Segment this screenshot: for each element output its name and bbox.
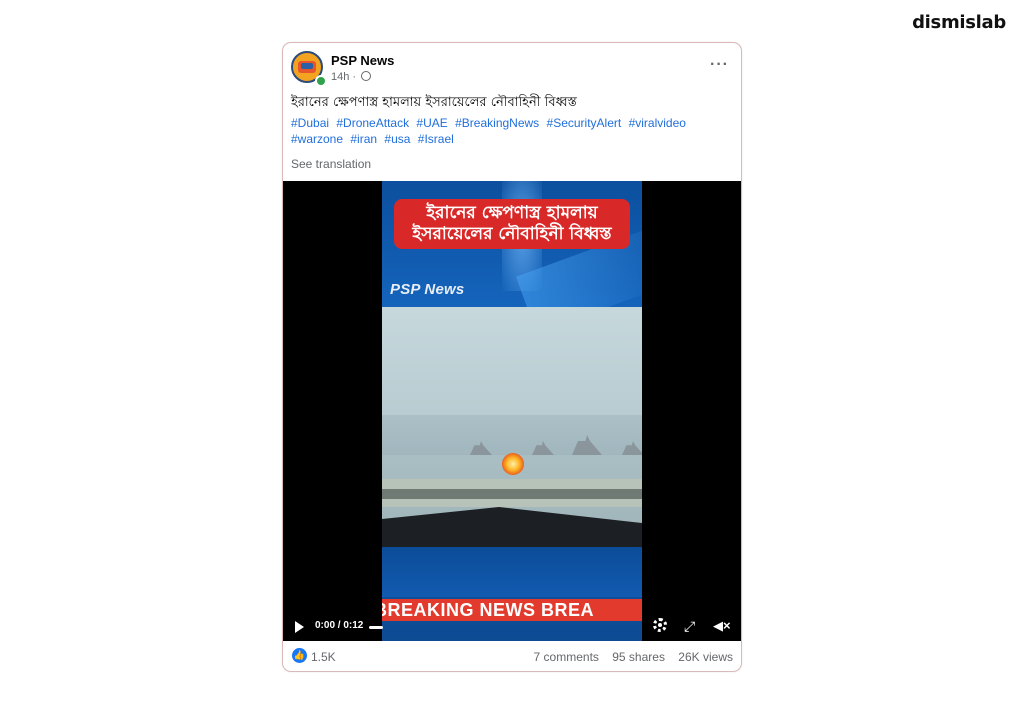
- reaction-count[interactable]: 1.5K: [311, 650, 336, 664]
- video-player[interactable]: ইরানের ক্ষেপণাস্ত্র হামলায় ইসরায়েলের ন…: [283, 181, 741, 641]
- hashtag-link[interactable]: #BreakingNews: [455, 116, 539, 130]
- facebook-post-card: PSP News 14h · ··· ইরানের ক্ষেপণাস্ত্র হ…: [282, 42, 742, 672]
- video-overlay-headline: ইরানের ক্ষেপণাস্ত্র হামলায় ইসরায়েলের ন…: [394, 199, 630, 249]
- post-footer: 👍 1.5K 7 comments 95 shares 26K views: [283, 641, 741, 671]
- comments-count[interactable]: 7 comments: [534, 650, 599, 664]
- post-stats: 7 comments 95 shares 26K views: [524, 650, 733, 664]
- hashtag-link[interactable]: #iran: [350, 132, 377, 146]
- page-name[interactable]: PSP News: [331, 53, 394, 68]
- meta-separator: ·: [352, 71, 360, 83]
- hashtag-link[interactable]: #Dubai: [291, 116, 329, 130]
- settings-gear-icon[interactable]: [653, 618, 667, 632]
- explosion-icon: [502, 453, 524, 475]
- video-controls: 0:00 / 0:12 ⤢ ◀×: [283, 615, 741, 641]
- fullscreen-icon[interactable]: ⤢: [684, 619, 695, 633]
- avatar-logo-inner: [301, 63, 313, 69]
- video-lower-band: [382, 547, 642, 597]
- hashtag-link[interactable]: #Israel: [418, 132, 454, 146]
- see-translation-link[interactable]: See translation: [291, 157, 371, 171]
- video-scene: [382, 307, 642, 547]
- scene-haze: [382, 415, 642, 455]
- video-frame: ইরানের ক্ষেপণাস্ত্র হামলায় ইসরায়েলের ন…: [382, 181, 642, 641]
- mute-icon[interactable]: ◀×: [713, 619, 731, 633]
- hashtag-link[interactable]: #warzone: [291, 132, 343, 146]
- post-header: PSP News 14h · ···: [291, 51, 733, 91]
- views-count: 26K views: [678, 650, 733, 664]
- play-icon[interactable]: [295, 621, 304, 633]
- globe-icon: [361, 71, 372, 82]
- hashtag-link[interactable]: #UAE: [416, 116, 447, 130]
- hashtag-link[interactable]: #SecurityAlert: [547, 116, 622, 130]
- video-watermark: PSP News: [390, 281, 465, 298]
- post-text: ইরানের ক্ষেপণাস্ত্র হামলায় ইসরায়েলের ন…: [291, 95, 577, 110]
- dismislab-logo: dismislab: [912, 12, 1006, 33]
- scene-dashboard: [382, 507, 642, 547]
- like-reaction-icon[interactable]: 👍: [292, 648, 307, 663]
- progress-bar[interactable]: [369, 626, 383, 629]
- scene-railing: [382, 489, 642, 499]
- online-status-icon: [315, 75, 327, 87]
- hashtag-link[interactable]: #DroneAttack: [336, 116, 409, 130]
- shares-count[interactable]: 95 shares: [612, 650, 665, 664]
- post-meta: 14h ·: [331, 71, 372, 83]
- post-time[interactable]: 14h: [331, 71, 349, 83]
- hashtag-link[interactable]: #viralvideo: [629, 116, 686, 130]
- video-time: 0:00 / 0:12: [315, 620, 364, 631]
- more-options-icon[interactable]: ···: [710, 57, 729, 73]
- hashtag-list: #Dubai #DroneAttack #UAE #BreakingNews #…: [291, 115, 721, 147]
- hashtag-link[interactable]: #usa: [384, 132, 410, 146]
